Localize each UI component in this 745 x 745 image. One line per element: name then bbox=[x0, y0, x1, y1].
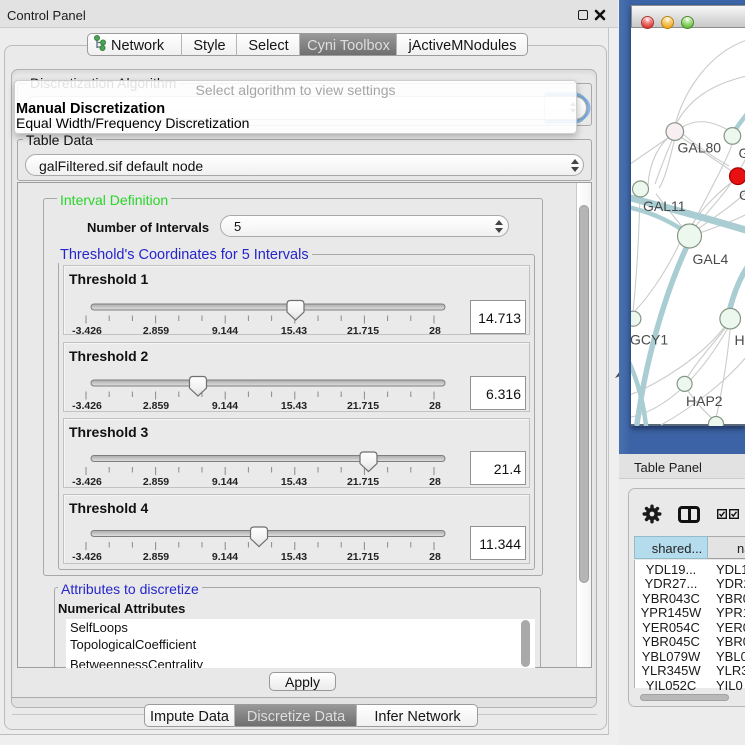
svg-text:GAL80: GAL80 bbox=[678, 140, 722, 156]
svg-text:HAP2: HAP2 bbox=[686, 393, 723, 409]
svg-text:H: H bbox=[735, 332, 745, 348]
svg-text:GAL4: GAL4 bbox=[693, 251, 729, 267]
svg-text:GA: GA bbox=[739, 145, 745, 161]
svg-text:CY: CY bbox=[739, 187, 745, 203]
svg-text:GAL11: GAL11 bbox=[643, 198, 686, 214]
svg-text:GCY1: GCY1 bbox=[631, 332, 668, 348]
